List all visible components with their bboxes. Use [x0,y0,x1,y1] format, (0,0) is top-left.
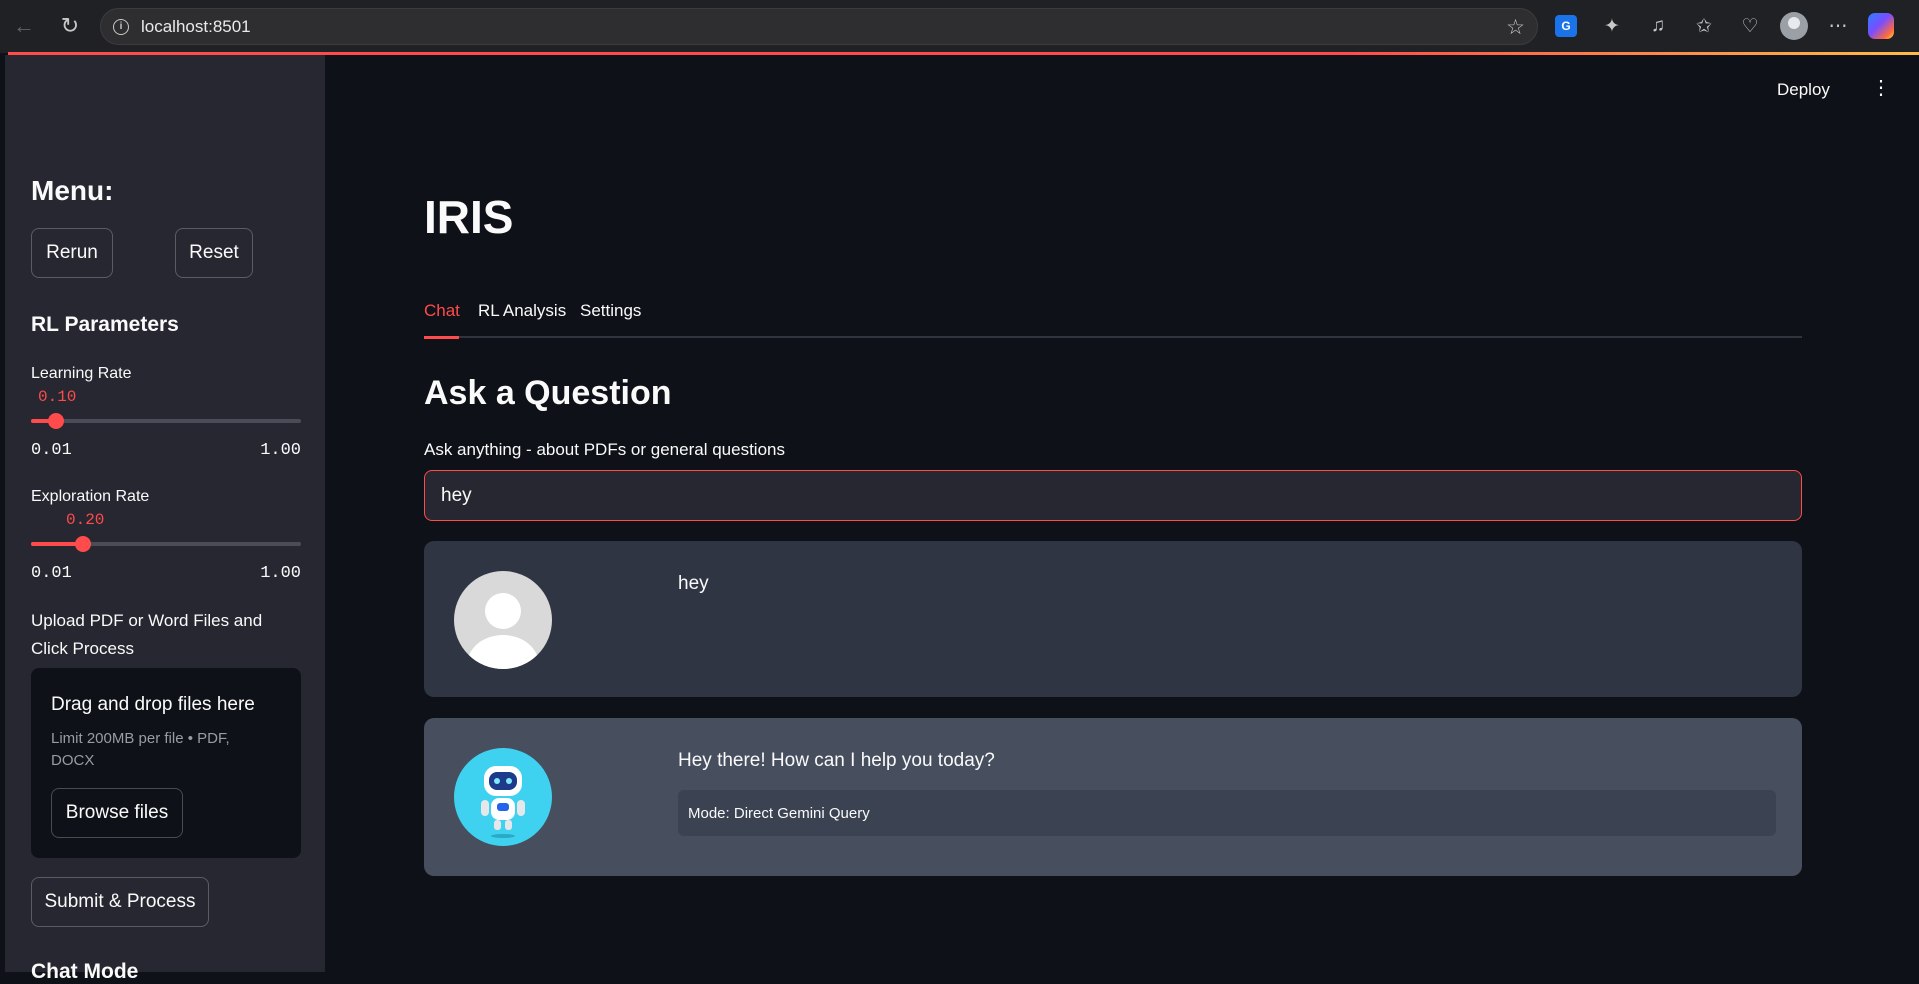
health-icon[interactable]: ♡ [1734,10,1766,42]
tab-rl-analysis[interactable]: RL Analysis [478,301,566,321]
mode-badge: Mode: Direct Gemini Query [678,790,1776,836]
address-bar[interactable]: i localhost:8501 ☆ [100,8,1538,45]
main-menu-icon[interactable]: ⋮ [1871,78,1891,98]
exploration-rate-label: Exploration Rate [31,488,150,505]
browser-toolbar: ← ↻ i localhost:8501 ☆ G ✦ ♫ ✩ ♡ ⋯ [0,0,1919,53]
site-info-icon[interactable]: i [113,18,129,35]
chat-mode-heading: Chat Mode [31,960,139,983]
favorites-icon[interactable]: ✩ [1688,10,1720,42]
star-icon[interactable]: ☆ [1506,15,1525,40]
browse-files-button[interactable]: Browse files [51,788,183,838]
upload-label: Upload PDF or Word Files and Click Proce… [31,611,263,658]
dropzone-limit-text: Limit 200MB per file • PDF, DOCX [51,730,230,769]
tab-settings[interactable]: Settings [580,301,641,321]
exploration-rate-slider[interactable] [31,536,301,552]
media-icon[interactable]: ♫ [1642,10,1674,42]
user-message: hey [424,541,1802,697]
rerun-button[interactable]: Rerun [31,228,113,278]
assistant-message-text: Hey there! How can I help you today? [678,750,995,771]
section-title: Ask a Question [424,374,672,412]
learning-rate-thumb[interactable] [47,413,64,429]
translate-icon[interactable]: G [1555,15,1577,37]
copilot-icon[interactable] [1868,13,1894,39]
question-input-label: Ask anything - about PDFs or general que… [424,440,785,459]
learning-rate-max: 1.00 [260,441,301,460]
back-arrow-icon[interactable]: ← [6,8,42,44]
assistant-message: Hey there! How can I help you today? Mod… [424,718,1802,876]
deploy-button[interactable]: Deploy [1777,80,1830,100]
learning-rate-label: Learning Rate [31,365,132,382]
extensions-icon[interactable]: ✦ [1596,10,1628,42]
profile-avatar-icon[interactable] [1780,12,1808,40]
tab-bar: Chat RL Analysis Settings [424,297,1802,339]
dropzone-title: Drag and drop files here [51,694,255,715]
robot-avatar-icon [454,748,552,846]
file-dropzone[interactable]: Drag and drop files here Limit 200MB per… [31,668,301,858]
question-input[interactable] [424,470,1802,521]
submit-process-button[interactable]: Submit & Process [31,877,209,927]
url-text: localhost:8501 [141,16,251,36]
exploration-rate-thumb[interactable] [74,536,91,552]
active-tab-indicator [424,336,459,339]
exploration-rate-value: 0.20 [66,511,105,529]
reset-button[interactable]: Reset [175,228,253,278]
learning-rate-min: 0.01 [31,441,72,460]
rl-parameters-heading: RL Parameters [31,313,179,336]
user-message-text: hey [678,573,709,594]
learning-rate-slider[interactable] [31,413,301,429]
user-avatar-icon [454,571,552,669]
reload-icon[interactable]: ↻ [52,8,88,44]
more-icon[interactable]: ⋯ [1822,10,1854,42]
sidebar: Menu: Rerun Reset RL Parameters Learning… [5,55,325,983]
exploration-rate-min: 0.01 [31,564,72,583]
page-title: IRIS [424,191,514,243]
learning-rate-value: 0.10 [38,388,77,406]
tab-chat[interactable]: Chat [424,301,460,321]
browser-extensions: G ✦ ♫ ✩ ♡ ⋯ [1550,10,1894,42]
menu-title: Menu: [31,175,114,206]
exploration-rate-max: 1.00 [260,564,301,583]
